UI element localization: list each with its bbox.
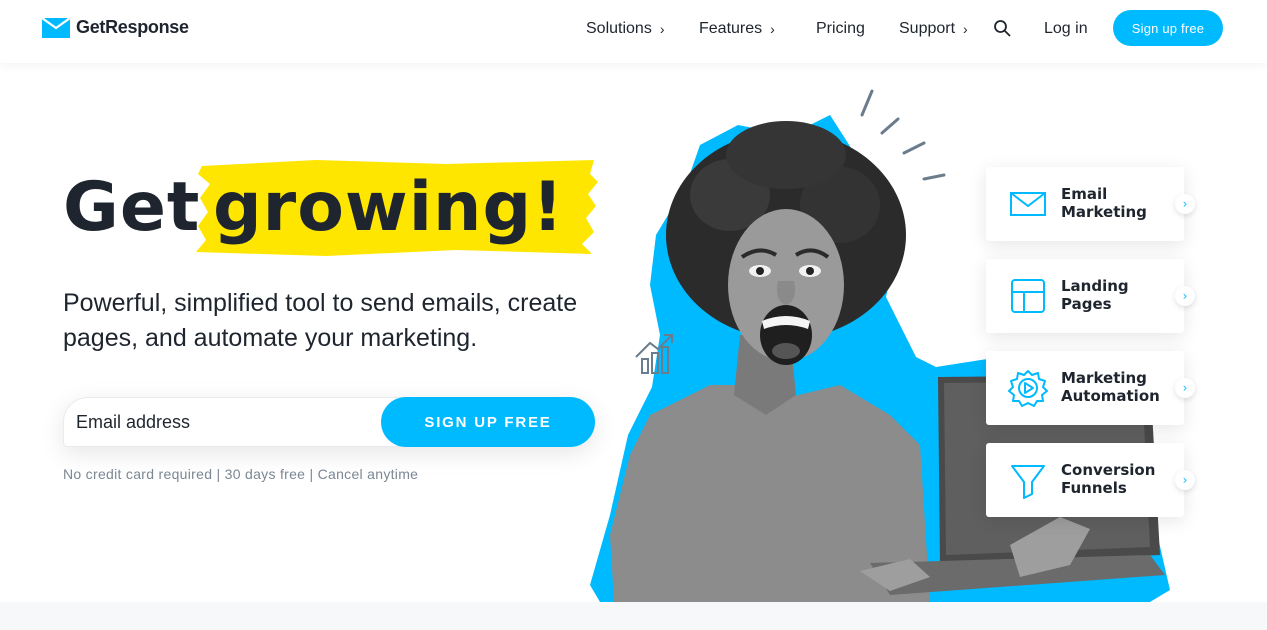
headline-word-get: Get — [63, 168, 201, 247]
chevron-right-icon[interactable]: › — [1175, 378, 1195, 398]
chevron-right-icon[interactable]: › — [1175, 194, 1195, 214]
login-link[interactable]: Log in — [1044, 18, 1088, 40]
nav-features[interactable]: Features › — [699, 18, 775, 40]
logo[interactable]: GetResponse — [42, 17, 189, 38]
nav-support-label: Support — [899, 20, 956, 37]
layout-icon — [1011, 279, 1045, 313]
gear-play-icon — [1008, 370, 1048, 407]
headline-word-growing: growing! — [213, 168, 565, 247]
nav-pricing-label: Pricing — [816, 20, 865, 37]
nav-solutions[interactable]: Solutions › — [586, 18, 665, 40]
nav-support[interactable]: Support › — [899, 18, 968, 40]
site-header: GetResponse Solutions › Features › Prici… — [0, 0, 1267, 63]
feature-card-conversion-funnels[interactable]: Conversion Funnels › — [986, 443, 1195, 517]
signup-form: SIGN UP FREE — [63, 397, 595, 447]
fineprint-text: No credit card required | 30 days free |… — [63, 466, 419, 482]
chevron-right-icon: › — [770, 21, 775, 37]
nav-solutions-label: Solutions — [586, 20, 652, 37]
chevron-right-icon: › — [659, 21, 665, 37]
hero-photo-woman-with-laptop — [590, 89, 1170, 602]
chevron-right-icon: › — [963, 21, 968, 37]
hero-subtitle: Powerful, simplified tool to send emails… — [63, 289, 578, 352]
chevron-right-icon[interactable]: › — [1175, 470, 1195, 490]
feature-label: Marketing Automation — [1061, 369, 1160, 405]
feature-label: Email Marketing — [1061, 185, 1147, 221]
logo-envelope-icon — [42, 17, 70, 38]
feature-card-marketing-automation[interactable]: Marketing Automation › — [986, 351, 1195, 425]
feature-card-email-marketing[interactable]: Email Marketing › — [986, 167, 1195, 241]
search-icon[interactable] — [993, 19, 1011, 37]
feature-label: Landing Pages — [1061, 277, 1129, 313]
nav-pricing[interactable]: Pricing — [816, 18, 865, 40]
funnel-icon — [1011, 465, 1045, 499]
envelope-icon — [1010, 192, 1046, 216]
nav-features-label: Features — [699, 20, 763, 37]
bottom-section-band — [0, 602, 1267, 630]
signup-free-button[interactable]: SIGN UP FREE — [381, 397, 595, 447]
email-input[interactable] — [64, 398, 394, 446]
chevron-right-icon[interactable]: › — [1175, 286, 1195, 306]
feature-label: Conversion Funnels — [1061, 461, 1156, 497]
feature-card-landing-pages[interactable]: Landing Pages › — [986, 259, 1195, 333]
logo-text: GetResponse — [76, 17, 189, 37]
signup-header-button[interactable]: Sign up free — [1113, 10, 1223, 46]
